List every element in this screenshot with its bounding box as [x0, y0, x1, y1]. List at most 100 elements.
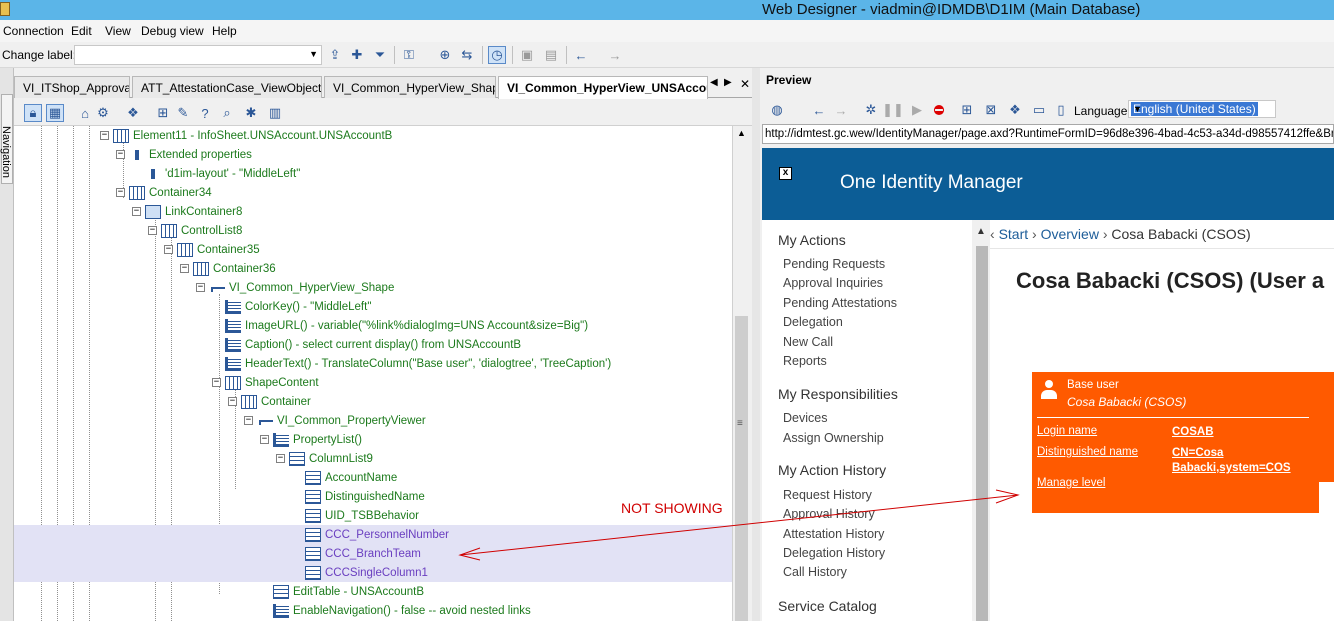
sidebar-item[interactable]: Pending Requests — [783, 257, 885, 271]
sidebar-item[interactable]: Devices — [783, 411, 827, 425]
clock-icon[interactable]: ◷ — [488, 46, 506, 64]
help-icon[interactable]: ? — [196, 104, 214, 122]
tree-row[interactable]: CCC_PersonnelNumber — [14, 525, 732, 544]
tab-att-attestationcase[interactable]: ATT_AttestationCase_ViewObjects — [132, 76, 322, 98]
change-label-combo[interactable]: ▼ — [74, 45, 322, 65]
tab-vi-common-hyperview-shape[interactable]: VI_Common_HyperView_Shape — [324, 76, 496, 98]
scrollbar-thumb[interactable] — [976, 246, 988, 621]
table-icon[interactable]: ▥ — [266, 104, 284, 122]
sidebar-item[interactable]: Pending Attestations — [783, 296, 897, 310]
field-login-name-label[interactable]: Login name — [1037, 425, 1097, 437]
sidebar-item[interactable]: Assign Ownership — [783, 431, 884, 445]
lock-small-icon[interactable]: ⌂ — [76, 104, 94, 122]
grid-icon[interactable]: ⊞ — [154, 104, 172, 122]
sidebar-item[interactable]: Request History — [783, 488, 872, 502]
search-icon[interactable]: ⌕ — [218, 104, 236, 122]
save-all-icon[interactable]: ▤ — [542, 46, 560, 64]
tree-row[interactable]: CCCSingleColumn1 — [14, 563, 732, 582]
layout-icon[interactable]: ▦ — [46, 104, 64, 122]
user-shape-card[interactable]: Base user Cosa Babacki (CSOS) Login name… — [1032, 372, 1319, 513]
pause-icon[interactable]: ❚❚ — [882, 101, 904, 119]
play-icon[interactable]: ▶ — [908, 101, 926, 119]
breadcrumb-overview[interactable]: Overview — [1041, 226, 1099, 242]
monitor-icon[interactable]: ▭ — [1030, 101, 1048, 119]
object-tree[interactable]: − Element11 - InfoSheet.UNSAccount.UNSAcc… — [14, 126, 732, 621]
menu-help[interactable]: Help — [212, 24, 237, 38]
tree-row[interactable]: − VI_Common_PropertyViewer — [14, 411, 732, 430]
menu-connection[interactable]: Connection — [3, 24, 64, 38]
url-field[interactable]: http://idmtest.gc.wew/IdentityManager/pa… — [762, 124, 1334, 144]
pin-icon[interactable]: ✚ — [348, 46, 366, 64]
close-icon[interactable]: ✕ — [740, 77, 750, 91]
tab-scroll-left-icon[interactable]: ◀ — [710, 77, 718, 88]
tree-row[interactable]: − ShapeContent — [14, 373, 732, 392]
upload-icon[interactable]: ⇪ — [326, 46, 344, 64]
edit-icon[interactable]: ✎ — [174, 104, 192, 122]
sidebar-item[interactable]: Approval History — [783, 507, 875, 521]
tree-row[interactable]: − Container — [14, 392, 732, 411]
sidebar-item[interactable]: Delegation History — [783, 546, 885, 560]
tree-row[interactable]: − ControlList8 — [14, 221, 732, 240]
tab-vi-common-hyperview-unsaccount[interactable]: VI_Common_HyperView_UNSAccou — [498, 76, 708, 99]
tab-scroll-right-icon[interactable]: ▶ — [724, 77, 732, 88]
tree-row[interactable]: HeaderText() - TranslateColumn("Base use… — [14, 354, 732, 373]
filter-icon[interactable]: ⏷ — [371, 46, 389, 64]
tree-row[interactable]: EditTable - UNSAccountB — [14, 582, 732, 601]
browser-icon[interactable]: ◍ — [768, 101, 786, 119]
tree-row[interactable]: Caption() - select current display() fro… — [14, 335, 732, 354]
tree-row[interactable]: − PropertyList() — [14, 430, 732, 449]
forward-icon[interactable]: → — [606, 46, 624, 64]
menu-view[interactable]: View — [105, 24, 131, 38]
stop-icon[interactable]: ⛔︎ — [930, 101, 948, 119]
lock-icon[interactable]: 🔒︎ — [24, 104, 42, 122]
tab-vi-itshop-approvals[interactable]: VI_ITShop_Approvals — [14, 76, 130, 98]
inspect-icon[interactable]: ⊠ — [982, 101, 1000, 119]
key-icon[interactable]: ⚿ — [400, 46, 418, 64]
tree-row[interactable]: 'd1im-layout' - "MiddleLeft" — [14, 164, 732, 183]
tree-row[interactable]: − Extended properties — [14, 145, 732, 164]
pane-splitter[interactable] — [752, 68, 760, 621]
scroll-up-icon[interactable]: ▲ — [976, 226, 986, 237]
back-icon[interactable]: ← — [572, 46, 590, 64]
chevron-down-icon[interactable]: ▼ — [1131, 104, 1271, 114]
tree-row[interactable]: CCC_BranchTeam — [14, 544, 732, 563]
breadcrumb-start[interactable]: Start — [999, 226, 1029, 242]
field-distinguished-name-value[interactable]: CN=Cosa Babacki,system=COS — [1172, 446, 1312, 476]
compare-icon[interactable]: ⇆ — [458, 46, 476, 64]
menu-debug-view[interactable]: Debug view — [141, 24, 204, 38]
field-login-name-value[interactable]: COSAB — [1172, 425, 1214, 440]
tree-row[interactable]: ImageURL() - variable("%link%dialogImg=U… — [14, 316, 732, 335]
tree-row[interactable]: − VI_Common_HyperView_Shape — [14, 278, 732, 297]
tree-row[interactable]: − Container36 — [14, 259, 732, 278]
layout-icon[interactable]: ⊞ — [958, 101, 976, 119]
save-icon[interactable]: ▣ — [518, 46, 536, 64]
components-icon[interactable]: ❖ — [124, 104, 142, 122]
menu-edit[interactable]: Edit — [71, 24, 92, 38]
tree-row[interactable]: − Container35 — [14, 240, 732, 259]
mobile-icon[interactable]: ▯ — [1052, 101, 1070, 119]
language-select[interactable]: English (United States) ▼ — [1128, 100, 1276, 118]
sidebar-item[interactable]: Call History — [783, 565, 847, 579]
tree-scrollbar[interactable]: ▲ ≡ — [732, 126, 749, 621]
tree-row[interactable]: AccountName — [14, 468, 732, 487]
gear-icon[interactable]: ✱ — [242, 104, 260, 122]
tree-row[interactable]: − Container34 — [14, 183, 732, 202]
sidebar-scrollbar[interactable]: ▲ — [972, 220, 990, 621]
globe-icon[interactable]: ⊕ — [436, 46, 454, 64]
field-manage-level-label[interactable]: Manage level — [1037, 477, 1105, 489]
tree-row[interactable]: − ColumnList9 — [14, 449, 732, 468]
components-icon[interactable]: ❖ — [1006, 101, 1024, 119]
scroll-up-icon[interactable]: ▲ — [737, 128, 746, 138]
tree-row[interactable]: − LinkContainer8 — [14, 202, 732, 221]
scrollbar-thumb[interactable] — [735, 316, 748, 621]
chevron-down-icon[interactable]: ▼ — [309, 49, 318, 59]
sidebar-item[interactable]: Reports — [783, 354, 827, 368]
tree-row[interactable]: EnableNavigation() - false -- avoid nest… — [14, 601, 732, 620]
diagram-icon[interactable]: ⚙ — [94, 104, 112, 122]
field-distinguished-name-label[interactable]: Distinguished name — [1037, 446, 1138, 458]
sidebar-item[interactable]: New Call — [783, 335, 833, 349]
tree-row[interactable]: ColorKey() - "MiddleLeft" — [14, 297, 732, 316]
brand-name[interactable]: One Identity Manager — [840, 172, 1023, 194]
sidebar-item[interactable]: Approval Inquiries — [783, 276, 883, 290]
tree-row[interactable]: − Element11 - InfoSheet.UNSAccount.UNSAcc… — [14, 126, 732, 145]
